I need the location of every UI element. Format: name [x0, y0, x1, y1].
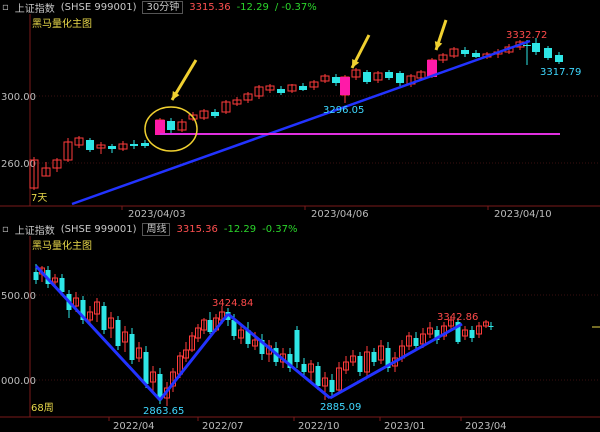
signal-candle — [155, 120, 165, 135]
y-tick-label: 300.00 — [1, 92, 36, 103]
candle-body — [301, 364, 307, 372]
candle-body — [101, 306, 107, 330]
candle-body — [115, 320, 121, 346]
candle-body — [555, 55, 563, 62]
trend-line — [71, 39, 531, 206]
candle-body — [167, 121, 175, 130]
candle-body — [231, 320, 237, 336]
zigzag-line — [329, 322, 463, 400]
candle-body — [461, 50, 469, 54]
zigzag-line — [158, 313, 230, 401]
candle-body — [332, 77, 340, 83]
candle-body — [329, 380, 335, 392]
candle-body — [488, 326, 494, 327]
weekly-candles[interactable]: 500.00 000.00 2022/04 2022/07 2022/10 2023/01… — [0, 222, 600, 432]
candle-body — [33, 272, 39, 280]
y-tick-label: 000.00 — [1, 376, 36, 387]
candle-body — [469, 330, 475, 338]
y-tick-label: 500.00 — [1, 291, 36, 302]
trough-label: 2863.65 — [143, 406, 184, 417]
candle-body — [299, 86, 307, 90]
candle-body — [129, 334, 135, 360]
x-tick-label: 2023/04/10 — [494, 209, 552, 220]
candle-body — [157, 374, 163, 398]
candle-body — [413, 338, 419, 346]
high-price-label: 3332.72 — [506, 30, 547, 41]
candle-body — [207, 320, 213, 332]
period-count-label: 68周 — [31, 402, 54, 414]
candle-body — [363, 72, 371, 82]
x-tick-label: 2022/10 — [298, 421, 340, 432]
peak-label: 3424.84 — [212, 298, 253, 309]
candle-body — [544, 48, 552, 58]
candle-body — [86, 140, 94, 150]
x-tick-label: 2023/04/03 — [128, 209, 186, 220]
candle-body — [315, 366, 321, 386]
candle-body — [130, 144, 138, 146]
candle-body — [472, 53, 480, 57]
candle-body — [141, 143, 149, 146]
x-tick-label: 2022/04 — [113, 421, 155, 432]
candle-body — [371, 352, 377, 362]
last-price-label: 3317.79 — [540, 67, 581, 78]
candle-body — [277, 89, 285, 93]
candle-body — [357, 356, 363, 372]
trough-label: 2885.09 — [320, 402, 361, 413]
candle-body — [532, 43, 540, 52]
intraday-candles[interactable]: 300.00 260.00 2023/04/03 2023/04/06 2023/04/… — [0, 0, 600, 220]
candle-body — [396, 73, 404, 83]
candle-body — [108, 146, 116, 149]
candle-body — [294, 330, 300, 362]
x-tick-label: 2023/04 — [465, 421, 507, 432]
signal-candle — [340, 77, 350, 95]
zigzag-line — [227, 312, 331, 400]
candle-body — [143, 352, 149, 384]
candle-body — [211, 112, 219, 116]
x-tick-label: 2022/07 — [202, 421, 244, 432]
period-count-label: 7天 — [31, 193, 47, 204]
candle-body — [523, 45, 531, 46]
x-tick-label: 2023/01 — [384, 421, 426, 432]
arrow-icon — [434, 41, 443, 50]
y-tick-label: 260.00 — [1, 159, 36, 170]
intraday-chart-panel[interactable]: ▫ 上证指数 (SHSE 999001) 30分钟 3315.36 -12.29… — [0, 0, 600, 220]
weekly-chart-panel[interactable]: ▫ 上证指数 (SHSE 999001) 周线 3315.36 -12.29 -… — [0, 222, 600, 432]
x-tick-label: 2023/04/06 — [311, 209, 369, 220]
low-price-label: 3296.05 — [323, 105, 364, 116]
candle-body — [385, 72, 393, 78]
peak-label: 3342.86 — [437, 312, 478, 323]
candle-body — [59, 278, 65, 292]
